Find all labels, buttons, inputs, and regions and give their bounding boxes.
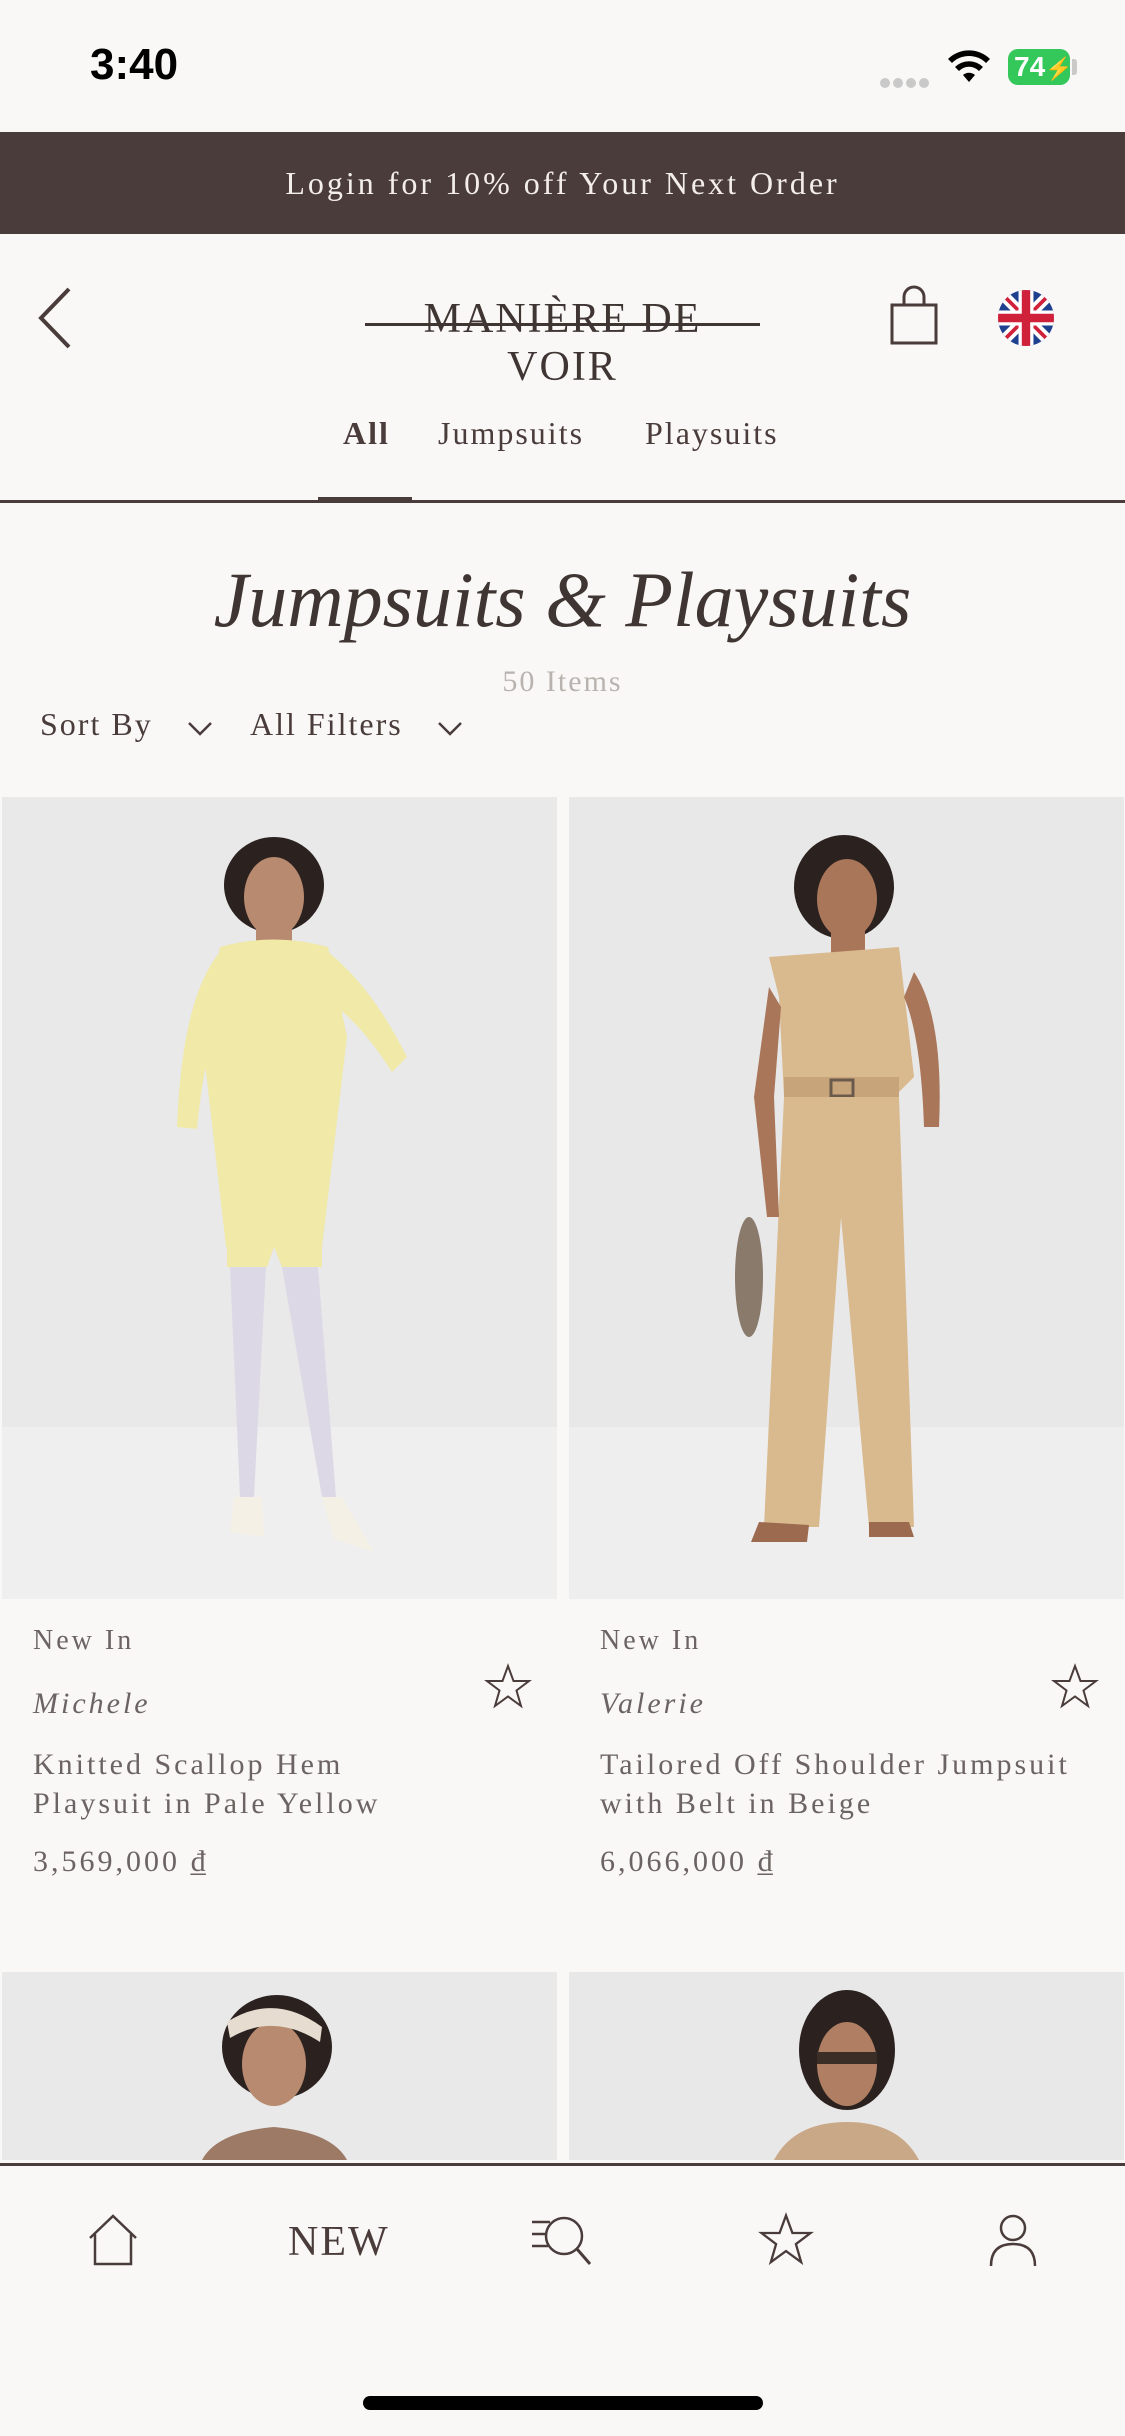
- product-price: 3,569,000 ₫: [33, 1845, 209, 1878]
- uk-flag-icon[interactable]: [998, 290, 1054, 346]
- shopping-bag-icon[interactable]: [888, 285, 940, 347]
- product-badge: New In: [600, 1625, 702, 1656]
- home-icon[interactable]: [85, 2212, 141, 2268]
- product-image[interactable]: [2, 1972, 557, 2160]
- product-image[interactable]: [569, 797, 1124, 1599]
- tab-playsuits[interactable]: Playsuits: [645, 415, 779, 452]
- product-price: 6,066,000 ₫: [600, 1845, 776, 1878]
- product-name[interactable]: Tailored Off Shoulder Jumpsuit with Belt…: [600, 1745, 1070, 1823]
- battery-indicator: 74⚡: [1008, 49, 1073, 85]
- star-icon[interactable]: [484, 1663, 532, 1711]
- active-tab-indicator: [318, 497, 412, 501]
- back-icon[interactable]: [35, 285, 75, 351]
- wishlist-star-icon[interactable]: [758, 2212, 814, 2268]
- promo-banner[interactable]: Login for 10% off Your Next Order: [0, 132, 1125, 234]
- tab-all[interactable]: All: [343, 415, 390, 452]
- logo-strike: [365, 323, 760, 326]
- chevron-down-icon: [437, 721, 462, 736]
- promo-text: Login for 10% off Your Next Order: [285, 164, 840, 201]
- battery-tip: [1072, 59, 1077, 75]
- brand-logo[interactable]: MANIÈRE DE VOIR: [365, 295, 760, 391]
- product-image[interactable]: [569, 1972, 1124, 2160]
- account-icon[interactable]: [985, 2210, 1041, 2268]
- chevron-down-icon: [187, 721, 212, 736]
- star-icon[interactable]: [1051, 1663, 1099, 1711]
- tab-jumpsuits[interactable]: Jumpsuits: [438, 415, 584, 452]
- item-count: 50 Items: [502, 665, 623, 698]
- all-filters-dropdown[interactable]: All Filters: [250, 706, 463, 743]
- page-title: Jumpsuits & Playsuits: [213, 556, 912, 643]
- nav-new-button[interactable]: NEW: [288, 2218, 390, 2266]
- search-icon[interactable]: [530, 2212, 594, 2268]
- product-name[interactable]: Knitted Scallop Hem Playsuit in Pale Yel…: [33, 1745, 463, 1823]
- product-badge: New In: [33, 1625, 135, 1656]
- product-designer: Valerie: [600, 1687, 706, 1720]
- tabs-divider: [0, 500, 1125, 503]
- status-time: 3:40: [90, 40, 179, 89]
- sort-by-label: Sort By: [40, 706, 153, 742]
- product-image[interactable]: [2, 797, 557, 1599]
- cellular-signal-icon: [880, 75, 936, 88]
- bottom-nav-divider: [0, 2163, 1125, 2166]
- home-indicator: [363, 2396, 763, 2410]
- all-filters-label: All Filters: [250, 706, 403, 742]
- wifi-icon: [948, 50, 990, 82]
- sort-by-dropdown[interactable]: Sort By: [40, 706, 213, 743]
- product-designer: Michele: [33, 1687, 151, 1720]
